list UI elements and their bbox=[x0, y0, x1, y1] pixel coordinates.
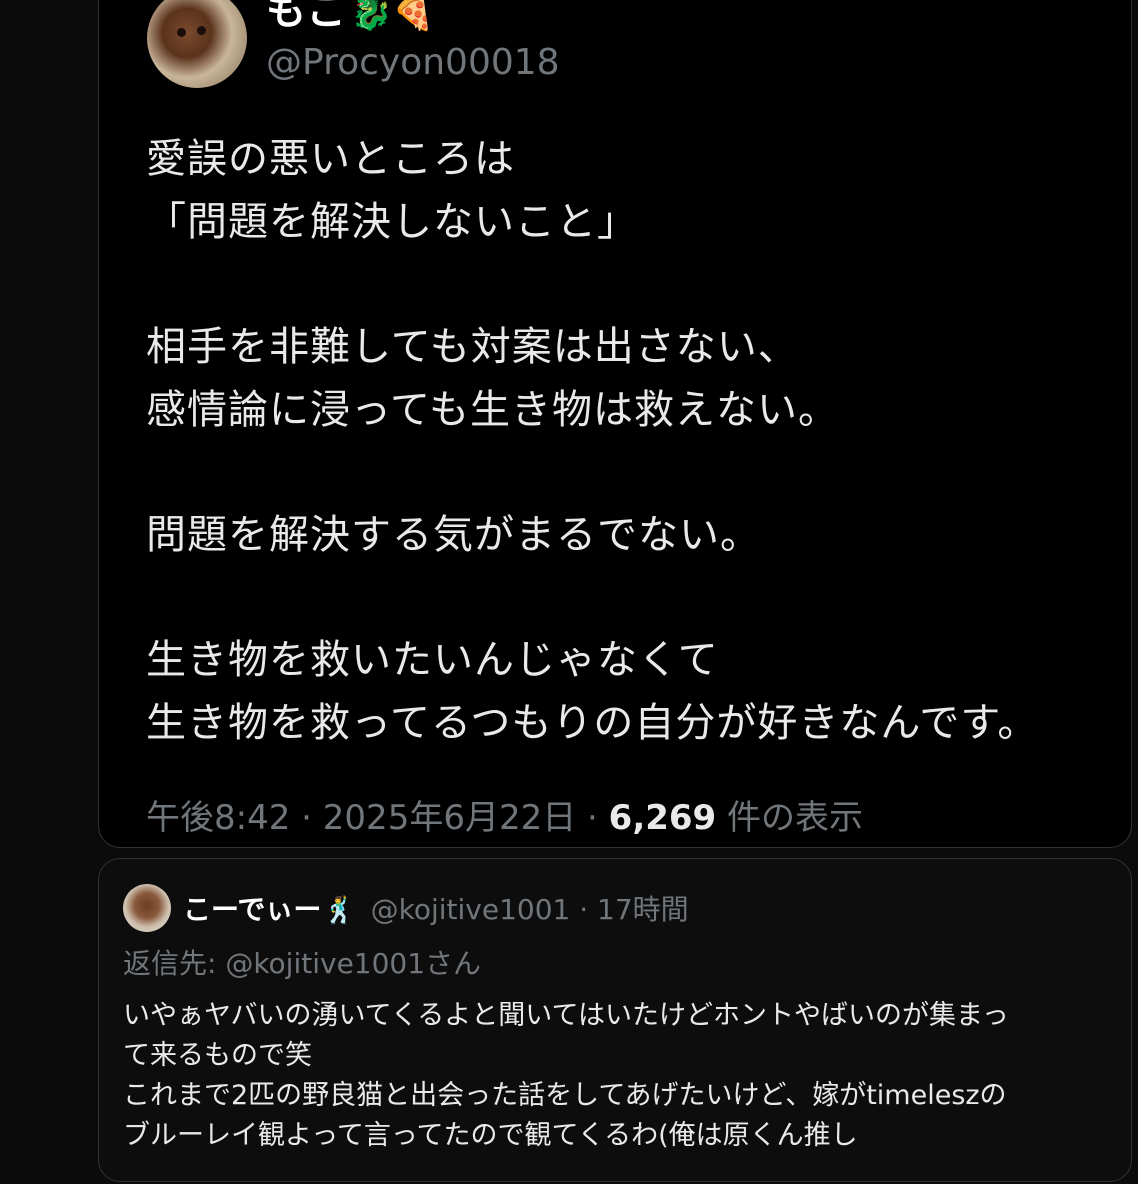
reply-handle[interactable]: @kojitive1001 bbox=[371, 893, 571, 926]
meta-separator: · bbox=[579, 893, 589, 926]
tweet-text-line: 生き物を救ってるつもりの自分が好きなんです。 bbox=[146, 700, 1039, 746]
tweet-date[interactable]: 2025年6月22日 bbox=[323, 798, 576, 838]
avatar-eye bbox=[197, 26, 206, 35]
avatar-eye bbox=[177, 28, 186, 37]
tweet-text-line: 生き物を救いたいんじゃなくて bbox=[146, 637, 719, 683]
tweet-text-line: 相手を非難しても対案は出さない、 bbox=[146, 324, 799, 370]
meta-separator: · bbox=[587, 798, 598, 838]
tweet-text-line: 感情論に浸っても生き物は救えない。 bbox=[146, 387, 839, 433]
tweet-text-line: 愛誤の悪いところは bbox=[146, 136, 515, 182]
tweet-text: 愛誤の悪いところは 「問題を解決しないこと」 相手を非難しても対案は出さない、 … bbox=[146, 128, 1106, 755]
reply-text-line: ブルーレイ観よって言ってたので観てくるわ(俺は原くん推し bbox=[123, 1120, 858, 1151]
reply-header: こーでぃー🕺 @kojitive1001 · 17時間 bbox=[183, 888, 689, 928]
reply-text-line: いやぁヤバいの湧いてくるよと聞いてはいたけどホントやばいのが集まっ bbox=[123, 1000, 1009, 1031]
tweet-text-blank bbox=[146, 442, 1106, 504]
tweet-text-line: 「問題を解決しないこと」 bbox=[146, 199, 638, 245]
reply-time[interactable]: 17時間 bbox=[597, 893, 689, 926]
views-label: 件の表示 bbox=[727, 798, 864, 838]
views-count[interactable]: 6,269 bbox=[609, 798, 717, 838]
tweet-text-line: 問題を解決する気がまるでない。 bbox=[146, 512, 761, 558]
dancing-man-icon: 🕺 bbox=[323, 896, 356, 926]
display-name-text: もこ bbox=[266, 0, 346, 34]
reply-avatar[interactable] bbox=[123, 884, 171, 932]
page: もこ 🐉🍕 @Procyon00018 愛誤の悪いところは 「問題を解決しないこと… bbox=[0, 0, 1138, 1184]
reply-text-line: て来るもので笑 bbox=[123, 1040, 312, 1071]
reply-text: いやぁヤバいの湧いてくるよと聞いてはいたけどホントやばいのが集まっ て来るもので… bbox=[123, 996, 1113, 1156]
tweet-text-blank bbox=[146, 254, 1106, 316]
reply-text-line: これまで2匹の野良猫と出会った話をしてあげたいけど、嫁がtimeleszの bbox=[123, 1080, 1007, 1111]
meta-separator: · bbox=[301, 798, 312, 838]
reply-to-label[interactable]: 返信先: @kojitive1001さん bbox=[123, 942, 481, 982]
user-handle[interactable]: @Procyon00018 bbox=[266, 42, 560, 83]
reply-display-name[interactable]: こーでぃー bbox=[183, 893, 321, 926]
tweet-metadata: 午後8:42 · 2025年6月22日 · 6,269 件の表示 bbox=[146, 790, 863, 839]
tweet-text-blank bbox=[146, 567, 1106, 629]
name-emoji-icons: 🐉🍕 bbox=[350, 0, 435, 33]
display-name[interactable]: もこ 🐉🍕 bbox=[266, 0, 435, 36]
tweet-time[interactable]: 午後8:42 bbox=[146, 798, 290, 838]
